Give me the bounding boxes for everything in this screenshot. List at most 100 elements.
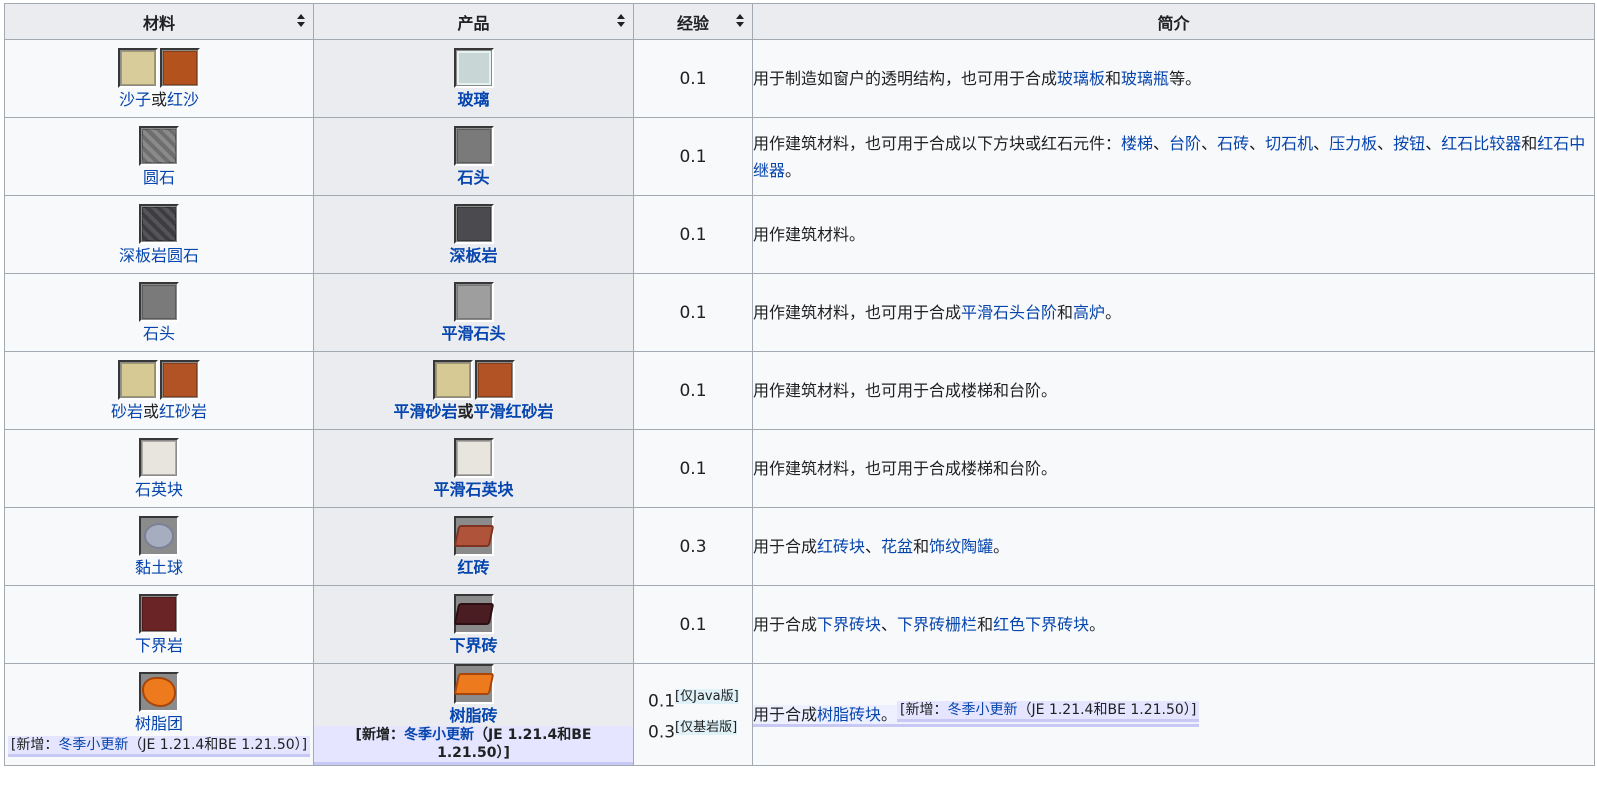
material-link[interactable]: 圆石 — [143, 168, 175, 187]
sort-icon[interactable] — [617, 14, 625, 28]
desc-link[interactable]: 红色下界砖块 — [993, 615, 1089, 634]
or-text: 或 — [142, 401, 159, 421]
product-link[interactable]: 石头 — [457, 168, 489, 187]
desc-link[interactable]: 下界砖栅栏 — [897, 615, 977, 634]
desc-link[interactable]: 按钮 — [1393, 134, 1425, 153]
resin-brick-icon[interactable] — [453, 664, 494, 704]
product-link[interactable]: 平滑石英块 — [433, 480, 513, 499]
material-link[interactable]: 黏土球 — [135, 558, 183, 577]
col-header-xp[interactable]: 经验 — [633, 3, 753, 40]
smooth-quartz-icon[interactable] — [453, 437, 494, 478]
desc-link[interactable]: 台阶 — [1169, 134, 1201, 153]
stone-icon[interactable] — [139, 281, 179, 322]
material-link[interactable]: 砂岩 — [111, 402, 143, 421]
resin-clump-icon[interactable] — [139, 672, 179, 712]
product-link[interactable]: 下界砖 — [449, 636, 497, 655]
desc-text: 用于合成 — [753, 537, 818, 556]
product-link[interactable]: 平滑石头 — [441, 324, 505, 343]
material-link[interactable]: 下界岩 — [135, 636, 183, 655]
sort-icon[interactable] — [297, 14, 305, 28]
material-link[interactable]: 石头 — [143, 324, 175, 343]
edition-note[interactable]: [仅Java版] — [675, 688, 739, 704]
stone-icon[interactable] — [453, 125, 494, 166]
material-link[interactable]: 石英块 — [135, 480, 183, 499]
table-row: 石头 平滑石头 0.1 用作建筑材料，也可用于合成平滑石头台阶和高炉。 — [4, 273, 1595, 352]
desc-link[interactable]: 楼梯 — [1121, 134, 1153, 153]
desc-link[interactable]: 平滑石头台阶 — [961, 303, 1057, 322]
glass-icon[interactable] — [453, 47, 494, 88]
update-link[interactable]: 冬季小更新 — [948, 702, 1018, 718]
desc-link[interactable]: 切石机 — [1265, 134, 1313, 153]
col-header-product-label: 产品 — [457, 13, 490, 33]
cobblestone-icon[interactable] — [139, 125, 179, 166]
desc-link[interactable]: 下界砖块 — [817, 615, 881, 634]
desc-text: 、 — [1425, 133, 1442, 153]
desc-text: 、 — [1313, 133, 1330, 153]
clay-ball-icon[interactable] — [139, 515, 179, 556]
material-link[interactable]: 红沙 — [167, 90, 199, 109]
red-sand-icon[interactable] — [160, 47, 200, 88]
product-cell: 下界砖 — [313, 585, 634, 664]
desc-link[interactable]: 压力板 — [1329, 134, 1377, 153]
product-cell: 玻璃 — [313, 39, 634, 118]
xp-value: 0.3 — [648, 722, 676, 743]
brick-icon[interactable] — [453, 515, 494, 556]
smooth-sandstone-icon[interactable] — [432, 359, 473, 400]
desc-text: 、 — [865, 537, 882, 556]
desc-link[interactable]: 玻璃瓶 — [1121, 69, 1169, 88]
desc-link[interactable]: 红石比较器 — [1441, 134, 1521, 153]
desc-link[interactable]: 花盆 — [881, 537, 913, 556]
material-link[interactable]: 沙子 — [119, 90, 151, 109]
tag-close: ] — [1190, 701, 1197, 718]
material-link[interactable]: 红砂岩 — [159, 402, 207, 421]
deepslate-icon[interactable] — [453, 203, 494, 244]
product-link[interactable]: 树脂砖 — [449, 706, 497, 725]
sandstone-icon[interactable] — [118, 359, 158, 400]
table-row: 黏土球 红砖 0.3 用于合成红砖块、花盆和饰纹陶罐。 — [4, 507, 1595, 586]
desc-text: 、 — [1377, 133, 1394, 153]
desc-text: 用于合成 — [753, 615, 818, 634]
sort-icon[interactable] — [736, 14, 744, 28]
smelting-table: 材料 产品 经验 简介 沙子或红沙 玻璃 0.1 用于制造如窗户的透明结构，也可… — [4, 3, 1595, 766]
update-link[interactable]: 冬季小更新 — [58, 737, 128, 753]
col-header-desc: 简介 — [752, 3, 1595, 40]
smooth-red-sandstone-icon[interactable] — [474, 359, 515, 400]
col-header-xp-label: 经验 — [676, 13, 709, 33]
col-header-material[interactable]: 材料 — [4, 3, 314, 40]
red-sandstone-icon[interactable] — [160, 359, 200, 400]
tag-version: （JE 1.21.4和BE 1.21.50） — [128, 737, 302, 753]
product-link[interactable]: 玻璃 — [457, 90, 489, 109]
desc-link[interactable]: 红砖块 — [817, 537, 865, 556]
product-link[interactable]: 深板岩 — [449, 246, 497, 265]
netherrack-icon[interactable] — [139, 593, 179, 634]
col-header-product[interactable]: 产品 — [313, 3, 634, 40]
material-link[interactable]: 深板岩圆石 — [119, 246, 199, 265]
sand-icon[interactable] — [118, 47, 158, 88]
desc-link[interactable]: 玻璃板 — [1057, 69, 1105, 88]
desc-link[interactable]: 饰纹陶罐 — [929, 537, 993, 556]
product-cell: 平滑石英块 — [313, 429, 634, 508]
product-link[interactable]: 平滑红砂岩 — [474, 402, 554, 421]
desc-link[interactable]: 树脂砖块 — [817, 705, 881, 724]
tag-close: ] — [301, 737, 308, 753]
update-link[interactable]: 冬季小更新 — [404, 727, 474, 743]
desc-link[interactable]: 石砖 — [1217, 134, 1249, 153]
xp-cell: 0.1 — [633, 273, 753, 352]
desc-link[interactable]: 高炉 — [1073, 303, 1105, 322]
tag-open: [新增： — [10, 737, 59, 753]
cobbled-deepslate-icon[interactable] — [139, 203, 179, 244]
xp-java: 0.1[仅Java版] — [634, 684, 752, 715]
smooth-stone-icon[interactable] — [453, 281, 494, 322]
desc-cell: 用于合成下界砖块、下界砖栅栏和红色下界砖块。 — [752, 585, 1595, 664]
edition-note[interactable]: [仅基岩版] — [675, 719, 738, 735]
material-link[interactable]: 树脂团 — [135, 714, 183, 733]
desc-text: 。 — [1089, 615, 1106, 634]
nether-brick-icon[interactable] — [453, 593, 494, 634]
product-link[interactable]: 红砖 — [457, 558, 489, 577]
tag-open: [新增： — [355, 727, 404, 743]
quartz-block-icon[interactable] — [139, 437, 179, 478]
material-cell: 砂岩或红砂岩 — [4, 351, 314, 430]
xp-cell: 0.1 — [633, 351, 753, 430]
table-row: 深板岩圆石 深板岩 0.1 用作建筑材料。 — [4, 195, 1595, 274]
product-link[interactable]: 平滑砂岩 — [393, 402, 457, 421]
